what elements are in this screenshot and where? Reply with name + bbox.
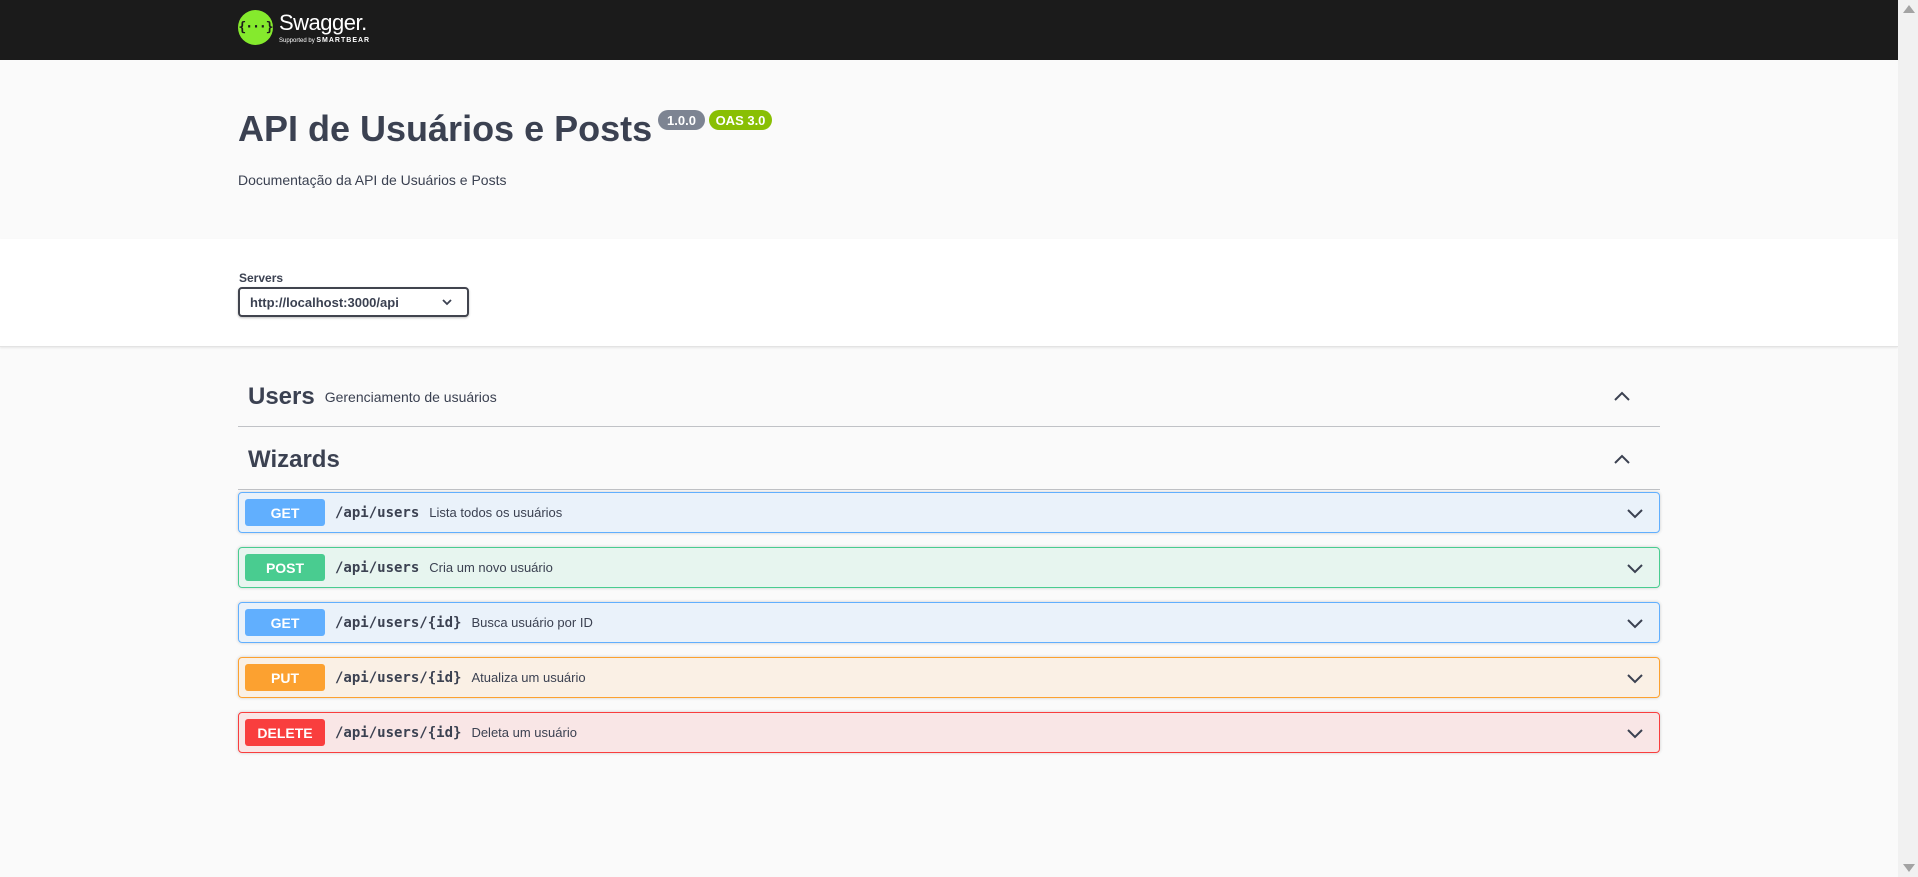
operation-delete-user[interactable]: DELETE /api/users/{id} Deleta um usuário (238, 712, 1660, 753)
logo-subtitle: Supported by SMARTBEAR (279, 37, 370, 44)
tag-users[interactable]: Users Gerenciamento de usuários (238, 367, 1660, 427)
operation-summary: Atualiza um usuário (471, 670, 586, 685)
swagger-logo[interactable]: {···} Swagger. Supported by SMARTBEAR (238, 10, 370, 45)
operation-summary: Busca usuário por ID (471, 615, 593, 630)
operation-path: /api/users/{id} (335, 614, 462, 631)
servers-select[interactable]: http://localhost:3000/api (238, 287, 469, 317)
method-badge: GET (245, 499, 325, 526)
chevron-up-icon[interactable] (1612, 450, 1632, 470)
chevron-down-icon[interactable] (1625, 613, 1645, 633)
operation-get-user-by-id[interactable]: GET /api/users/{id} Busca usuário por ID (238, 602, 1660, 643)
oas-badge: OAS 3.0 (709, 110, 772, 130)
chevron-down-icon[interactable] (1625, 723, 1645, 743)
tag-name: Users (248, 382, 315, 410)
logo-title: Swagger. (279, 9, 367, 35)
operation-path: /api/users/{id} (335, 724, 462, 741)
servers-selected-value: http://localhost:3000/api (250, 294, 399, 310)
tag-name: Wizards (248, 445, 340, 473)
servers-label: Servers (239, 271, 284, 285)
operation-path: /api/users (335, 559, 420, 576)
operation-post-users[interactable]: POST /api/users Cria um novo usuário (238, 547, 1660, 588)
operation-summary: Lista todos os usuários (429, 505, 563, 520)
tag-description: Gerenciamento de usuários (324, 388, 497, 405)
api-title: API de Usuários e Posts (238, 108, 653, 149)
servers-section: Servers http://localhost:3000/api (0, 239, 1898, 347)
swagger-logo-icon: {···} (238, 10, 274, 45)
logo-brand: SMARTBEAR (316, 36, 371, 44)
method-badge: GET (245, 609, 325, 636)
version-badge: 1.0.0 (658, 110, 705, 130)
tag-wizards[interactable]: Wizards (238, 430, 1660, 490)
topbar: {···} Swagger. Supported by SMARTBEAR (0, 0, 1898, 60)
operation-path: /api/users/{id} (335, 669, 462, 686)
operation-path: /api/users (335, 504, 420, 521)
scroll-up-arrow-icon[interactable] (1903, 5, 1915, 13)
api-description: Documentação da API de Usuários e Posts (238, 172, 507, 188)
scroll-down-arrow-icon[interactable] (1903, 864, 1915, 872)
chevron-down-icon[interactable] (1625, 503, 1645, 523)
chevron-down-icon[interactable] (1625, 558, 1645, 578)
logo-supported-label: Supported by (279, 37, 315, 44)
method-badge: PUT (245, 664, 325, 691)
info-section: API de Usuários e Posts 1.0.0 OAS 3.0 Do… (0, 60, 1898, 239)
operation-summary: Deleta um usuário (471, 725, 577, 740)
chevron-down-icon (442, 299, 452, 306)
method-badge: POST (245, 554, 325, 581)
logo-text: Swagger. Supported by SMARTBEAR (279, 9, 370, 44)
chevron-up-icon[interactable] (1612, 387, 1632, 407)
operation-get-users[interactable]: GET /api/users Lista todos os usuários (238, 492, 1660, 533)
page-scrollbar[interactable] (1898, 0, 1918, 877)
method-badge: DELETE (245, 719, 325, 746)
chevron-down-icon[interactable] (1625, 668, 1645, 688)
operation-summary: Cria um novo usuário (429, 560, 553, 575)
operation-put-user[interactable]: PUT /api/users/{id} Atualiza um usuário (238, 657, 1660, 698)
